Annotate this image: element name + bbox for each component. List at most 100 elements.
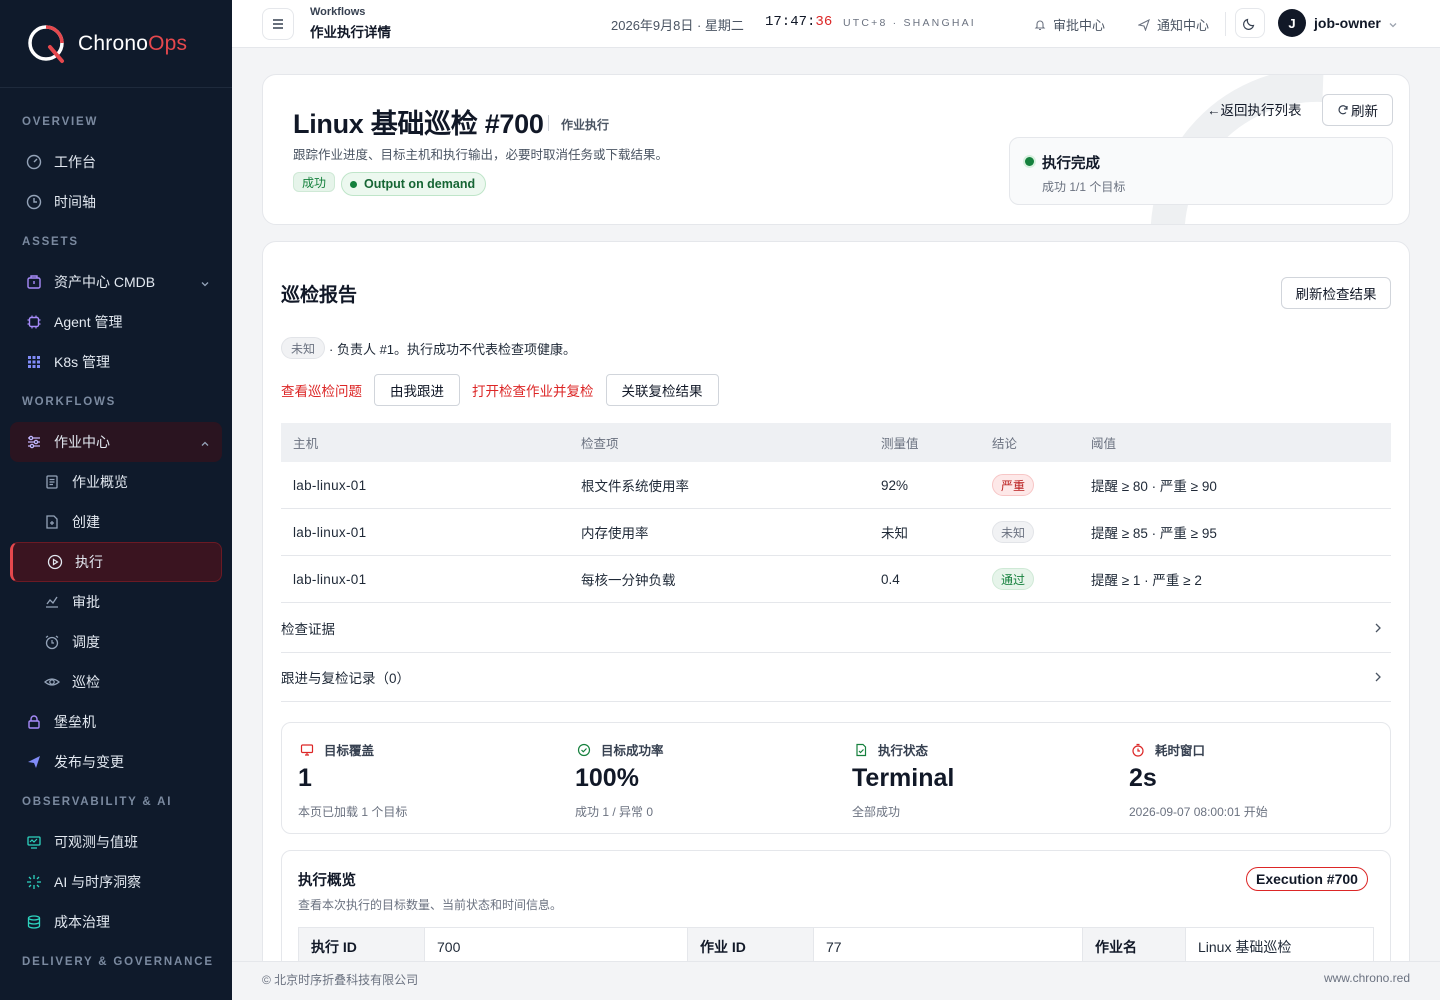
sidebar-item-label: 作业中心 (54, 434, 110, 450)
send-icon (26, 754, 42, 770)
sidebar-item-label: 资产中心 CMDB (54, 274, 156, 290)
column-header: 测量值 (881, 437, 919, 451)
site-link[interactable]: www.chrono.red (1324, 971, 1410, 985)
evidence-expander[interactable]: 检查证据 (281, 604, 1391, 653)
execution-header-card: Linux 基础巡检 #700 作业执行 跟踪作业进度、目标主机和执行输出，必要… (262, 74, 1410, 225)
chevron-down-icon[interactable] (1388, 17, 1398, 33)
bell-icon (1034, 19, 1046, 31)
box-icon (26, 274, 42, 290)
status-title: 执行完成 (1042, 156, 1100, 172)
file-check-icon (854, 743, 868, 757)
threshold-cell: 提醒 ≥ 85 · 严重 ≥ 95 (1091, 526, 1217, 541)
sidebar-item-label: 调度 (72, 634, 100, 650)
sidebar-item-job-overview[interactable]: 作业概览 (0, 462, 232, 502)
sidebar-item-approval[interactable]: 审批 (0, 582, 232, 622)
sidebar-item-k8s[interactable]: K8s 管理 (0, 342, 232, 382)
sidebar-item-execution[interactable]: 执行 (10, 542, 222, 582)
breadcrumb-section[interactable]: Workflows (310, 6, 391, 18)
status-subtitle: 成功 1/1 个目标 (1042, 180, 1126, 194)
followups-expander[interactable]: 跟进与复检记录（0） (281, 653, 1391, 702)
follow-up-button[interactable]: 由我跟进 (374, 374, 460, 406)
sidebar-item-label: AI 与时序洞察 (54, 874, 142, 890)
table-header: 主机 检查项 测量值 结论 阈值 (281, 423, 1391, 462)
menu-toggle-button[interactable] (262, 8, 294, 40)
sidebar: ChronoOps OVERVIEW 工作台 时间轴 ASSETS 资产中心 C… (0, 0, 232, 1000)
stat-value: 2s (1129, 764, 1157, 792)
sidebar-item-label: 可观测与值班 (54, 834, 138, 850)
footer: © 北京时序折叠科技有限公司 www.chrono.red (232, 961, 1440, 1000)
breadcrumb-page: 作业执行详情 (310, 25, 391, 40)
sidebar-item-inspection[interactable]: 巡检 (0, 662, 232, 702)
overview-description: 查看本次执行的目标数量、当前状态和时间信息。 (298, 898, 563, 912)
db-icon (26, 914, 42, 930)
sidebar-item-release[interactable]: 发布与变更 (0, 742, 232, 782)
sidebar-item-cmdb[interactable]: 资产中心 CMDB (0, 262, 232, 302)
link-recheck-button[interactable]: 关联复检结果 (605, 374, 719, 406)
result-badge: 通过 (992, 568, 1035, 590)
sidebar-item-schedule[interactable]: 调度 (0, 622, 232, 662)
back-to-list-link[interactable]: ←返回执行列表 (1207, 99, 1302, 119)
sidebar-item-bastion[interactable]: 堡垒机 (0, 702, 232, 742)
timer-icon (1131, 743, 1145, 757)
table-row[interactable]: lab-linux-01 内存使用率 未知 未知 提醒 ≥ 85 · 严重 ≥ … (281, 509, 1391, 556)
value-cell: 0.4 (881, 571, 900, 587)
approval-center-link[interactable]: 审批中心 (1034, 15, 1105, 34)
sidebar-item-label: 创建 (72, 514, 100, 530)
stat-value: Terminal (852, 764, 955, 792)
chevron-right-icon (1373, 622, 1383, 637)
sidebar-item-observability[interactable]: 可观测与值班 (0, 822, 232, 862)
moon-icon (1243, 18, 1255, 30)
chevron-down-icon (200, 276, 210, 292)
status-badge: 成功 (293, 172, 336, 192)
view-issues-link[interactable]: 查看巡检问题 (281, 380, 362, 400)
current-time: 17:47:36 (765, 14, 833, 30)
brand[interactable]: ChronoOps (0, 0, 232, 88)
stat-label: 耗时窗口 (1155, 744, 1206, 758)
sidebar-item-create[interactable]: 创建 (0, 502, 232, 542)
doc-plus-icon (44, 514, 60, 530)
sidebar-item-agent[interactable]: Agent 管理 (0, 302, 232, 342)
sidebar-item-ai[interactable]: AI 与时序洞察 (0, 862, 232, 902)
topbar: Workflows 作业执行详情 2026年9月8日 · 星期二 17:47:3… (232, 0, 1440, 48)
sidebar-item-label: 作业概览 (72, 474, 128, 490)
check-circle-icon (577, 743, 591, 757)
output-mode-badge: Output on demand (341, 172, 487, 196)
brand-name: ChronoOps (78, 31, 188, 55)
nav-section-workflows: WORKFLOWS (22, 396, 117, 408)
column-header: 检查项 (581, 437, 619, 451)
stat-sub: 本页已加载 1 个目标 (298, 805, 408, 819)
sidebar-item-label: 发布与变更 (54, 754, 124, 770)
user-name[interactable]: job-owner (1314, 15, 1381, 31)
stat-label: 目标成功率 (601, 744, 664, 758)
sidebar-item-workbench[interactable]: 工作台 (0, 142, 232, 182)
chevron-up-icon (200, 436, 210, 452)
page-kind-label: 作业执行 (561, 118, 610, 132)
column-header: 主机 (293, 437, 319, 451)
open-recheck-link[interactable]: 打开检查作业并复检 (472, 380, 594, 400)
result-badge: 未知 (992, 521, 1035, 543)
notify-center-link[interactable]: 通知中心 (1138, 15, 1209, 34)
value-cell: 未知 (881, 526, 908, 541)
sidebar-item-timeline[interactable]: 时间轴 (0, 182, 232, 222)
sidebar-item-label: K8s 管理 (54, 354, 111, 370)
table-row[interactable]: lab-linux-01 每核一分钟负载 0.4 通过 提醒 ≥ 1 · 严重 … (281, 556, 1391, 603)
sidebar-item-cost[interactable]: 成本治理 (0, 902, 232, 942)
owner-line: 未知 · 负责人 #1。执行成功不代表检查项健康。 (281, 337, 576, 359)
table-row[interactable]: lab-linux-01 根文件系统使用率 92% 严重 提醒 ≥ 80 · 严… (281, 462, 1391, 509)
avatar[interactable]: J (1278, 9, 1306, 37)
refresh-button[interactable]: 刷新 (1322, 94, 1393, 126)
refresh-icon (1338, 105, 1348, 115)
owner-status-badge: 未知 (281, 337, 326, 359)
divider (548, 115, 549, 131)
stat-label: 执行状态 (878, 744, 929, 758)
host-cell: lab-linux-01 (293, 524, 367, 540)
page-description: 跟踪作业进度、目标主机和执行输出，必要时取消任务或下载结果。 (293, 148, 669, 162)
grid-icon (26, 354, 42, 370)
execution-id-badge: Execution #700 (1246, 867, 1368, 891)
refresh-results-button[interactable]: 刷新检查结果 (1281, 277, 1391, 309)
lock-icon (26, 714, 42, 730)
menu-icon (273, 19, 283, 29)
sidebar-item-job-center[interactable]: 作业中心 (10, 422, 222, 462)
theme-toggle-button[interactable] (1235, 8, 1265, 38)
timezone-label: UTC+8 · SHANGHAI (843, 17, 976, 29)
